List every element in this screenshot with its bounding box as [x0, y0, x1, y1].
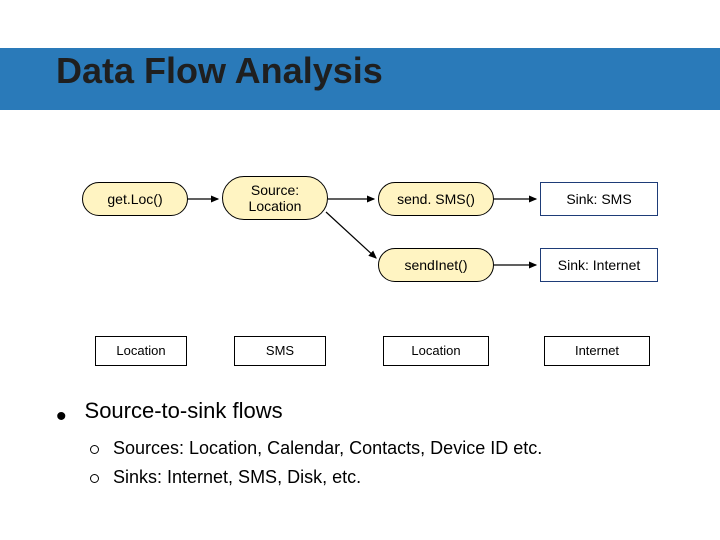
circle-icon: [90, 445, 99, 454]
node-getloc: get.Loc(): [82, 182, 188, 216]
result-location-2: Location: [383, 336, 489, 366]
slide: Data Flow Analysis get.Loc() Source: Loc…: [0, 0, 720, 540]
node-sendsms: send. SMS(): [378, 182, 494, 216]
node-source: Source: Location: [222, 176, 328, 220]
bullet-section: • Source-to-sink flows Sources: Location…: [56, 398, 656, 496]
bullet-sub-2-text: Sinks: Internet, SMS, Disk, etc.: [113, 467, 361, 488]
circle-icon: [90, 474, 99, 483]
node-sink-sms: Sink: SMS: [540, 182, 658, 216]
node-sendinet: sendInet(): [378, 248, 494, 282]
bullet-sub-1: Sources: Location, Calendar, Contacts, D…: [90, 438, 656, 459]
slide-title: Data Flow Analysis: [56, 50, 383, 92]
bullet-dot-icon: •: [56, 409, 67, 424]
bullet-main-row: • Source-to-sink flows: [56, 398, 656, 424]
bullet-sub-2: Sinks: Internet, SMS, Disk, etc.: [90, 467, 656, 488]
result-sms: SMS: [234, 336, 326, 366]
bullet-sub-group: Sources: Location, Calendar, Contacts, D…: [90, 438, 656, 488]
bullet-main-text: Source-to-sink flows: [85, 398, 283, 424]
result-internet: Internet: [544, 336, 650, 366]
bullet-sub-1-text: Sources: Location, Calendar, Contacts, D…: [113, 438, 542, 459]
node-sink-inet: Sink: Internet: [540, 248, 658, 282]
result-location-1: Location: [95, 336, 187, 366]
